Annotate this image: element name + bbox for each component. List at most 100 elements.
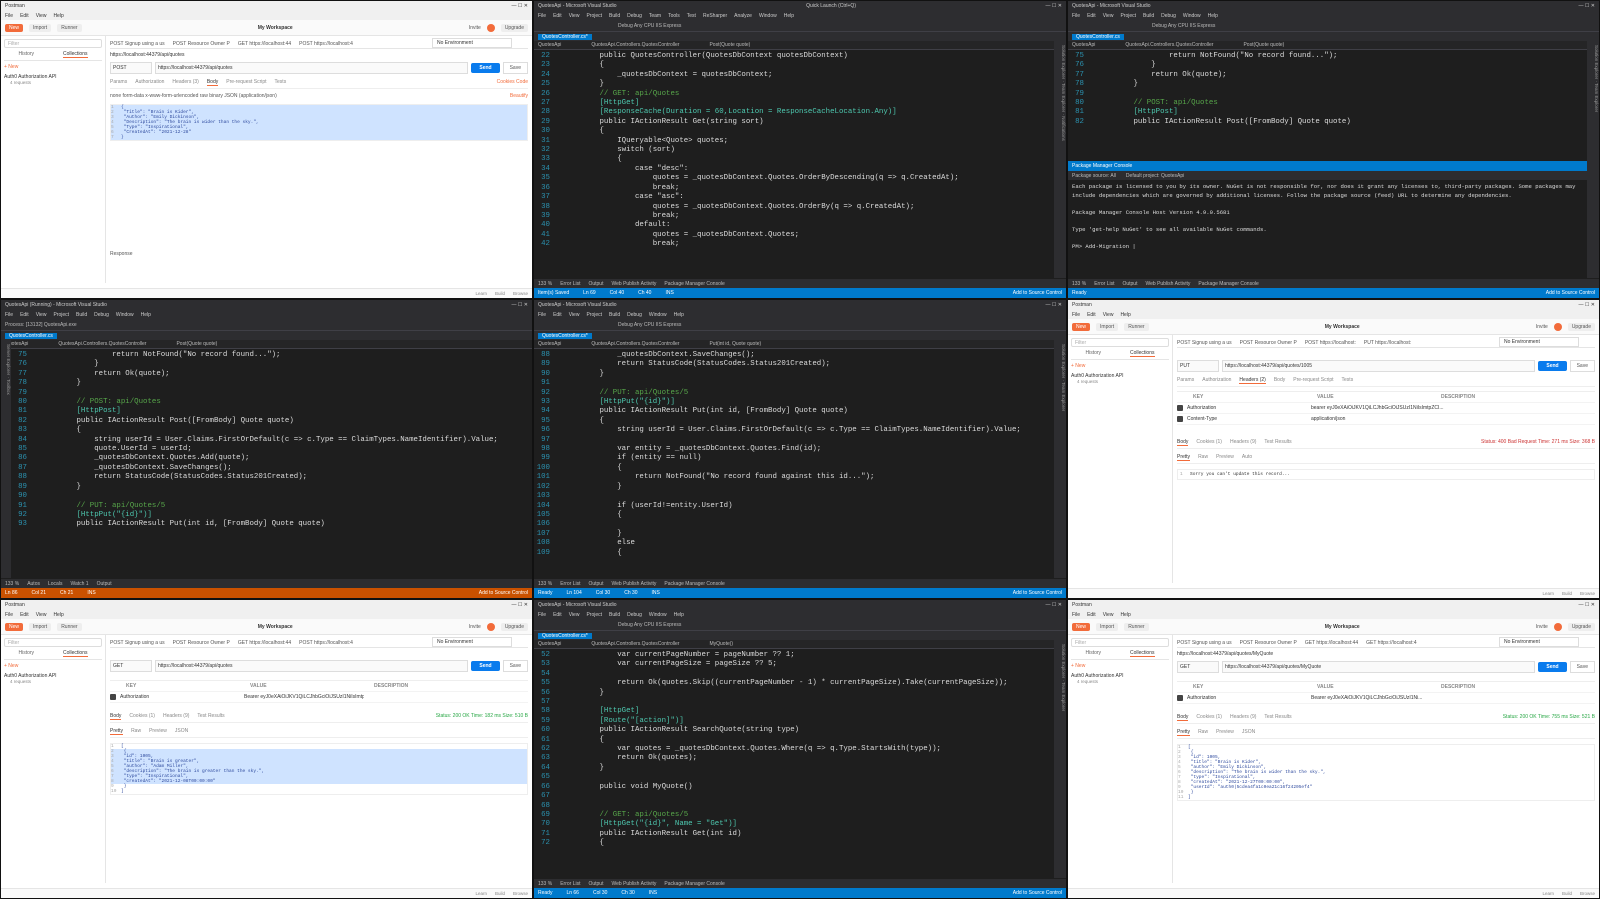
- menu-item[interactable]: Tools: [668, 13, 680, 19]
- view-preview[interactable]: Preview: [1216, 729, 1234, 736]
- code-line[interactable]: 58 [HttpGet]: [534, 707, 1066, 716]
- code-line[interactable]: 108 else: [534, 539, 1066, 548]
- code-line[interactable]: 35 quotes = _quotesDbContext.Quotes.Orde…: [534, 174, 1066, 183]
- upgrade-button[interactable]: Upgrade: [500, 23, 528, 32]
- tab-history[interactable]: History: [18, 650, 34, 657]
- request-tab[interactable]: POST Signup using a us: [110, 41, 165, 47]
- menu-file[interactable]: File: [1072, 312, 1080, 318]
- source-control-button[interactable]: Add to Source Control: [1013, 890, 1062, 896]
- tab-collections[interactable]: Collections: [63, 51, 88, 58]
- sync-icon[interactable]: [1553, 322, 1562, 331]
- send-button[interactable]: Send: [1538, 361, 1567, 371]
- code-line[interactable]: 55 return Ok(quotes.Skip((currentPageNum…: [534, 679, 1066, 688]
- nav-member[interactable]: MyQuote(): [709, 641, 733, 647]
- request-tab[interactable]: GET https://localhost:44: [238, 640, 291, 646]
- collection-item[interactable]: Auth0 Authorization API 4 requests: [4, 74, 102, 85]
- code-line[interactable]: 28 [ResponseCache(Duration = 60,Location…: [534, 108, 1066, 117]
- new-collection-link[interactable]: + New: [4, 663, 102, 669]
- doc-tab-active[interactable]: QuotesController.cs: [1072, 33, 1124, 40]
- view-pretty[interactable]: Pretty: [110, 728, 124, 735]
- code-editor[interactable]: 75 return NotFound("No record found...")…: [11, 349, 532, 530]
- new-collection-link[interactable]: + New: [1071, 363, 1169, 369]
- doc-tab-active[interactable]: QuotesController.cs*: [538, 33, 592, 40]
- cookies-code-links[interactable]: Cookies Code: [497, 79, 528, 86]
- doc-tab-active[interactable]: QuotesController.cs*: [538, 332, 592, 339]
- menu-item[interactable]: Project: [53, 312, 69, 318]
- resp-tab-headers[interactable]: Headers (9): [1230, 714, 1256, 721]
- import-button[interactable]: Import: [1096, 322, 1119, 331]
- filter-input[interactable]: Filter: [4, 39, 102, 48]
- console-output[interactable]: Each package is licensed to you by its o…: [1068, 180, 1587, 255]
- nav-class[interactable]: QuotesApi.Controllers.QuotesController: [591, 641, 679, 647]
- code-line[interactable]: 67: [534, 792, 1066, 801]
- filter-input[interactable]: Filter: [1071, 638, 1169, 647]
- tool-tab[interactable]: Web Publish Activity: [611, 881, 656, 887]
- tool-tab[interactable]: Package Manager Console: [664, 281, 724, 287]
- tab-prerequest[interactable]: Pre-request Script: [226, 79, 266, 86]
- learn-link[interactable]: Learn: [1542, 891, 1554, 896]
- url-input[interactable]: https://localhost:44379/api/quotes/1005: [1222, 360, 1536, 372]
- code-line[interactable]: 30 {: [534, 127, 1066, 136]
- source-control-button[interactable]: Add to Source Control: [1013, 290, 1062, 296]
- code-line[interactable]: 93 public IActionResult Put(int id, [Fro…: [11, 520, 532, 529]
- nav-class[interactable]: QuotesApi.Controllers.QuotesController: [58, 341, 146, 347]
- code-line[interactable]: 99 if (entity == null): [534, 454, 1066, 463]
- import-button[interactable]: Import: [29, 622, 52, 631]
- workspace-selector[interactable]: My Workspace: [258, 25, 293, 31]
- source-control-button[interactable]: Add to Source Control: [1013, 590, 1062, 596]
- code-line[interactable]: 107 }: [534, 530, 1066, 539]
- environment-select[interactable]: No Environment: [1499, 337, 1579, 347]
- new-collection-link[interactable]: + New: [4, 64, 102, 70]
- request-tab[interactable]: POST Resource Owner P: [1240, 640, 1297, 646]
- response-body[interactable]: 1[ 2 { 3 "id": 1005, 4 "title": "Brain i…: [110, 743, 528, 795]
- save-button[interactable]: Save: [502, 62, 528, 74]
- upgrade-button[interactable]: Upgrade: [500, 622, 528, 631]
- code-line[interactable]: 25 }: [534, 80, 1066, 89]
- tool-tab[interactable]: Watch 1: [70, 581, 88, 587]
- table-row[interactable]: Content-Type application/json: [1177, 414, 1595, 425]
- code-line[interactable]: 103: [534, 492, 1066, 501]
- request-tab[interactable]: GET https://localhost:4: [1366, 640, 1417, 646]
- menu-item[interactable]: File: [1072, 13, 1080, 19]
- save-button[interactable]: Save: [502, 660, 528, 672]
- invite-button[interactable]: Invite: [1536, 324, 1548, 330]
- menu-item[interactable]: Debug: [627, 612, 642, 618]
- view-format[interactable]: JSON: [1242, 729, 1255, 736]
- code-line[interactable]: 93 [HttpPut("{id}")]: [534, 398, 1066, 407]
- tab-history[interactable]: History: [1085, 650, 1101, 657]
- zoom-level[interactable]: 133 %: [1072, 281, 1086, 287]
- upgrade-button[interactable]: Upgrade: [1567, 622, 1595, 631]
- url-input[interactable]: https://localhost:44379/api/quotes: [155, 660, 469, 672]
- code-line[interactable]: 32 switch (sort): [534, 146, 1066, 155]
- menu-item[interactable]: Edit: [553, 612, 562, 618]
- nav-member[interactable]: Post(Quote quote): [1243, 42, 1284, 48]
- code-line[interactable]: 27 [HttpGet]: [534, 99, 1066, 108]
- zoom-level[interactable]: 133 %: [538, 581, 552, 587]
- send-button[interactable]: Send: [1538, 662, 1567, 672]
- window-controls[interactable]: — ☐ ✕: [512, 602, 528, 608]
- view-preview[interactable]: Preview: [1216, 454, 1234, 461]
- tool-tab[interactable]: Output: [588, 581, 603, 587]
- menu-item[interactable]: Build: [609, 312, 620, 318]
- build-config[interactable]: Debug Any CPU IIS Express: [618, 322, 681, 328]
- menu-item[interactable]: Help: [674, 312, 684, 318]
- zoom-level[interactable]: 133 %: [538, 281, 552, 287]
- code-line[interactable]: 52 var currentPageNumber = pageNumber ??…: [534, 651, 1066, 660]
- browse-link[interactable]: Browse: [513, 291, 528, 296]
- request-tab[interactable]: POST Resource Owner P: [1240, 340, 1297, 346]
- tab-collections[interactable]: Collections: [1130, 650, 1155, 657]
- nav-class[interactable]: QuotesApi.Controllers.QuotesController: [591, 42, 679, 48]
- header-value[interactable]: application/json: [1311, 416, 1345, 422]
- browse-link[interactable]: Browse: [513, 891, 528, 896]
- resp-tab-body[interactable]: Body: [1177, 439, 1189, 446]
- tab-authorization[interactable]: Authorization: [135, 79, 164, 86]
- view-raw[interactable]: Raw: [131, 728, 141, 735]
- menu-item[interactable]: Window: [649, 312, 667, 318]
- menu-item[interactable]: Debug: [627, 312, 642, 318]
- solution-explorer-rail[interactable]: Solution Explorer · Team Explorer: [1054, 640, 1066, 878]
- menu-item[interactable]: Project: [586, 13, 602, 19]
- collection-item[interactable]: Auth0 Authorization API 4 requests: [4, 673, 102, 684]
- code-line[interactable]: 88 return StatusCode(StatusCodes.Status2…: [11, 473, 532, 482]
- body-editor[interactable]: 1{ 2 "Title": "Brain is Kider", 3 "Autho…: [110, 104, 528, 141]
- response-body[interactable]: 1 Sorry you can't update this record...: [1177, 469, 1595, 480]
